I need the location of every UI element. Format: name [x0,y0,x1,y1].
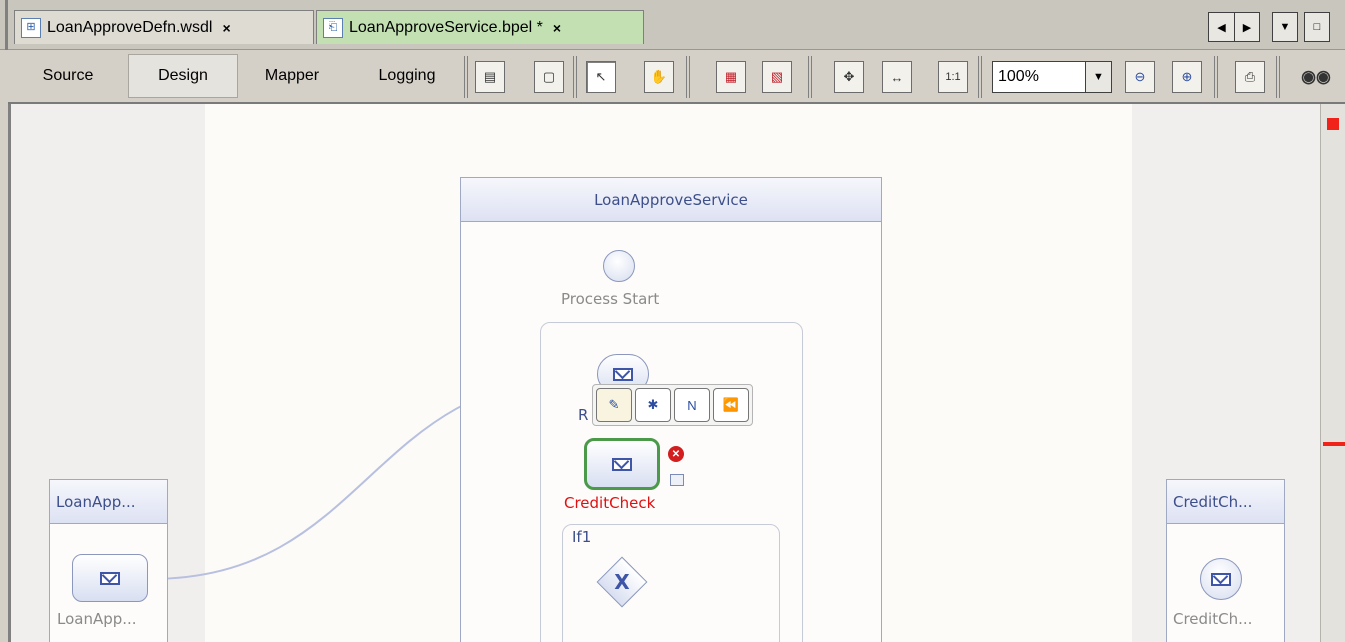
print-icon[interactable]: ⎙ [1235,61,1265,93]
design-toolbar: Source Design Mapper Logging ▤ ▢ ↖ ✋ ▦ ▧… [8,50,1345,104]
error-icon[interactable]: ✕ [668,446,684,462]
close-tab-icon[interactable]: × [222,20,230,36]
maximize-window-icon[interactable]: □ [1304,12,1330,42]
fit-diagram-icon[interactable]: ✥ [834,61,864,93]
edit-pencil-icon[interactable]: ✎ [596,388,632,422]
error-marker-icon[interactable] [1327,118,1339,130]
toolbar-separator [978,56,982,98]
zoom-out-icon[interactable]: ⊖ [1125,61,1155,93]
toolbar-separator [1276,56,1280,98]
envelope-icon [1211,572,1231,586]
select-pointer-icon[interactable]: ↖ [586,61,616,93]
tab-logging[interactable]: Logging [356,54,458,98]
right-partner-title: CreditCh... [1167,480,1284,524]
creditcheck-invoke-node[interactable] [584,438,660,490]
add-new-icon[interactable]: N [674,388,710,422]
documentation-icon[interactable] [670,474,684,486]
toolbar-separator [808,56,812,98]
toolbar-separator [1214,56,1218,98]
close-tab-icon[interactable]: × [553,20,561,36]
toolbar-separator [464,56,468,98]
process-title[interactable]: LoanApproveService [461,178,881,222]
left-partner-operation[interactable] [72,554,148,602]
tab-design[interactable]: Design [128,54,238,98]
chevron-down-icon[interactable]: ▼ [1085,62,1111,92]
error-stripe[interactable] [1320,104,1345,642]
tab-label: LoanApproveDefn.wsdl [47,18,213,36]
tab-bar-edge [5,0,8,50]
if-scope[interactable] [562,524,780,642]
validate-icon[interactable]: ▦ [716,61,746,93]
fit-width-icon[interactable]: ↔ [882,61,912,93]
hand-pan-icon[interactable]: ✋ [644,61,674,93]
add-event-handler-icon[interactable]: ✱ [635,388,671,422]
left-partner-title: LoanApp... [50,480,167,524]
right-partner-label: CreditCh... [1173,610,1253,628]
tab-loanapproveservice-bpel[interactable]: ⎗ LoanApproveService.bpel * × [316,10,644,44]
scroll-tabs-left-icon[interactable]: ◀ [1208,12,1234,42]
if-label: If1 [572,528,592,546]
search-icon[interactable]: ◉◉ [1298,61,1334,93]
tab-label: LoanApproveService.bpel * [349,18,543,36]
tab-loanapprovedefn-wsdl[interactable]: ⊞ LoanApproveDefn.wsdl × [14,10,314,44]
gateway-x-icon: X [614,570,630,594]
tab-mapper[interactable]: Mapper [246,54,338,98]
toolbar-separator [686,56,690,98]
validate-xml-icon[interactable]: ▧ [762,61,792,93]
process-start-node[interactable] [603,250,635,282]
wsdl-file-icon: ⊞ [21,17,41,38]
zoom-in-icon[interactable]: ⊕ [1172,61,1202,93]
element-action-popup: ✎ ✱ N ⏪ [592,384,753,426]
process-start-label: Process Start [561,290,660,308]
zoom-combo[interactable]: 100% ▼ [992,61,1112,93]
bpel-file-icon: ⎗ [323,17,343,38]
right-partner-operation[interactable] [1200,558,1242,600]
left-partner-label: LoanApp... [57,610,137,628]
receive-label: R [578,406,589,424]
scroll-tabs-right-icon[interactable]: ▶ [1234,12,1260,42]
envelope-icon [612,457,632,471]
envelope-icon [613,367,633,381]
partner-link-icon[interactable]: ▤ [475,61,505,93]
zoom-value: 100% [998,68,1039,85]
selection-rectangle-icon[interactable]: ▢ [534,61,564,93]
tab-list-dropdown-icon[interactable]: ▼ [1272,12,1298,42]
add-compensation-icon[interactable]: ⏪ [713,388,749,422]
editor-tab-bar: ⊞ LoanApproveDefn.wsdl × ⎗ LoanApproveSe… [0,0,1345,50]
creditcheck-label: CreditCheck [564,494,656,512]
design-canvas[interactable]: LoanApproveService Process Start R ✎ ✱ N… [8,104,1320,642]
error-line-marker[interactable] [1323,442,1345,446]
actual-size-icon[interactable]: 1:1 [938,61,968,93]
envelope-icon [100,571,120,585]
tab-source[interactable]: Source [24,54,112,98]
toolbar-separator [573,56,577,98]
